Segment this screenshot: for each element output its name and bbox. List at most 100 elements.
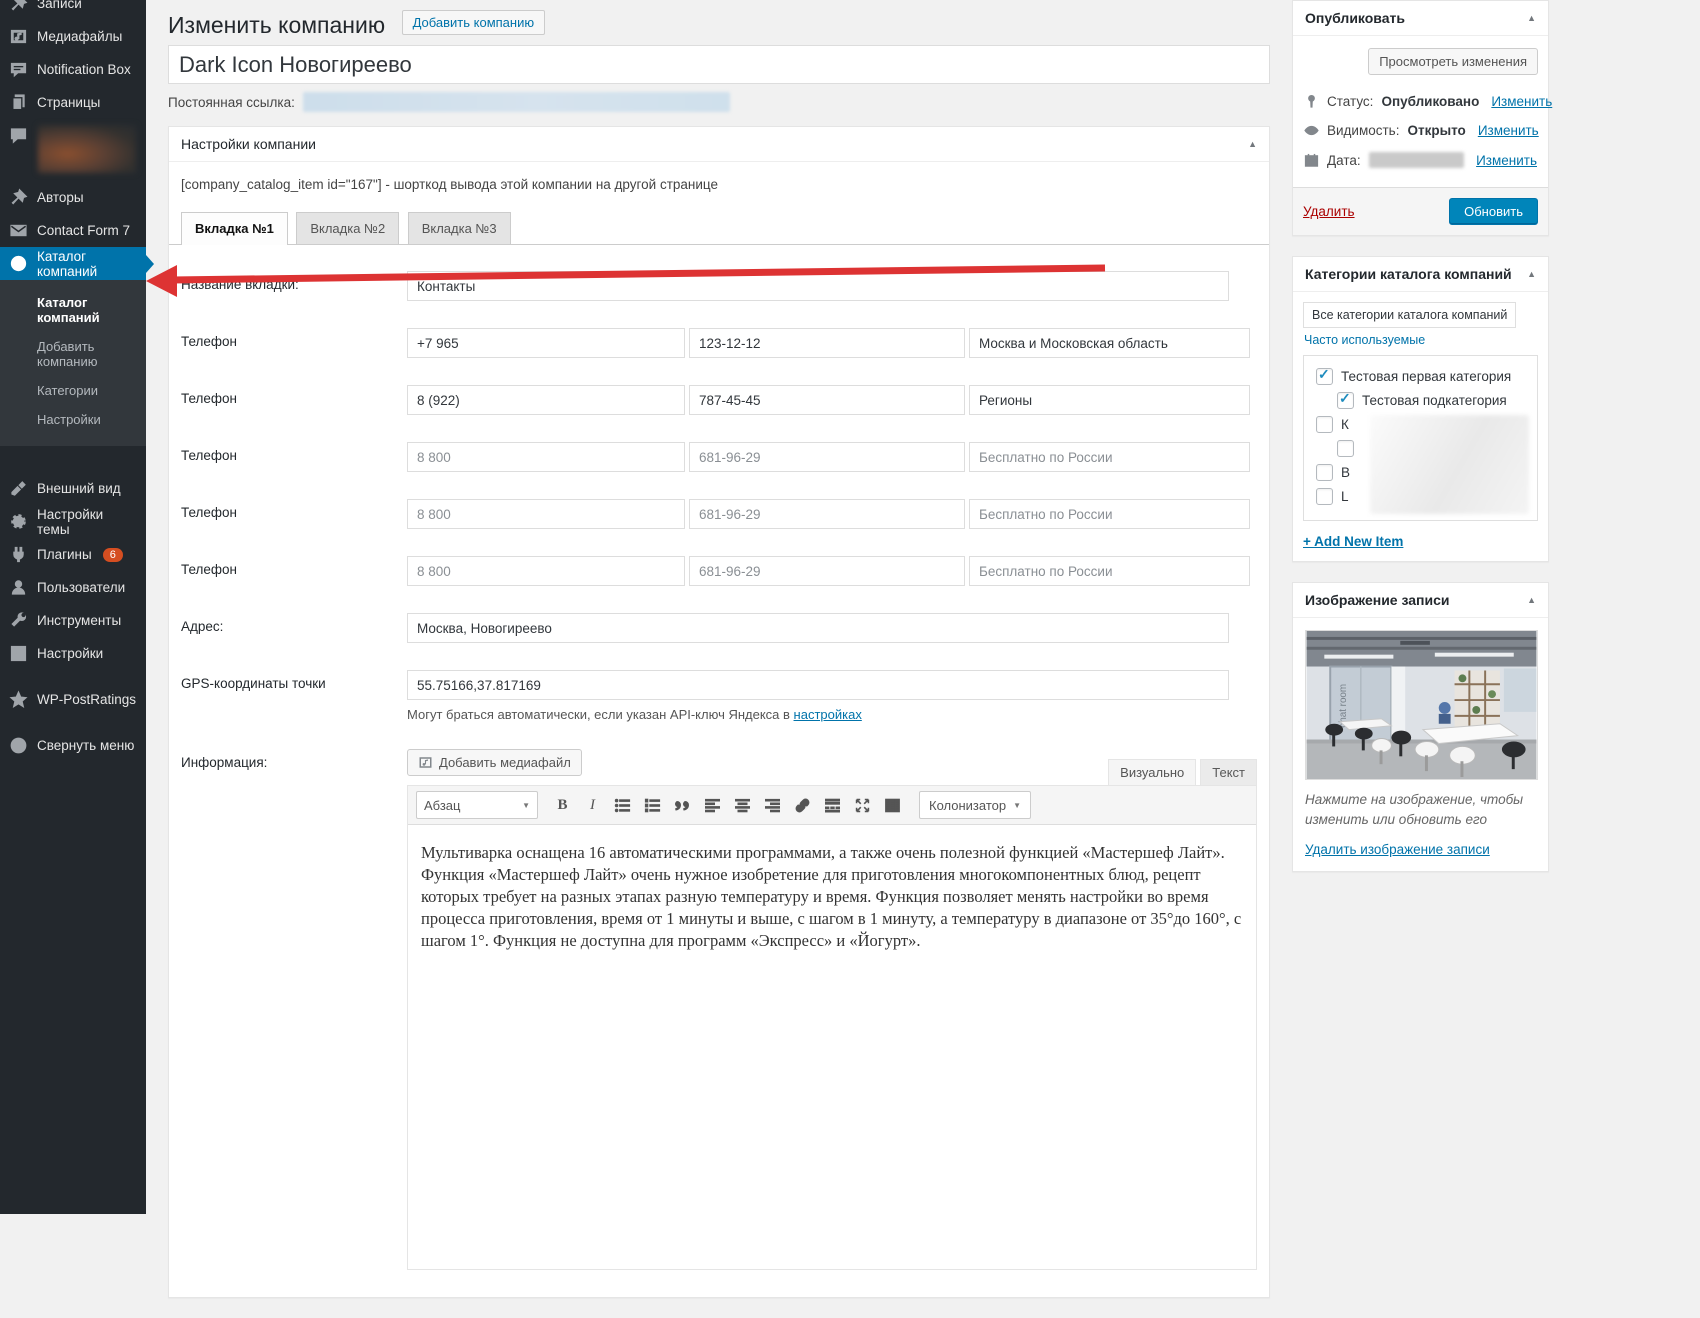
- sidebar-item-theme-settings[interactable]: Настройки темы: [0, 505, 146, 538]
- tab-2[interactable]: Вкладка №2: [296, 212, 399, 244]
- metabox-header[interactable]: Настройки компании ▲: [169, 127, 1269, 162]
- collapse-toggle-icon[interactable]: ▲: [1527, 269, 1536, 279]
- tab-name-input[interactable]: [407, 271, 1229, 301]
- edit-date-link[interactable]: Изменить: [1476, 153, 1537, 168]
- editor-paragraph: Мультиварка оснащена 16 автоматическими …: [421, 842, 1243, 952]
- submenu-item-categories[interactable]: Категории: [0, 376, 146, 405]
- sidebar-item-tools[interactable]: Инструменты: [0, 604, 146, 637]
- category-checklist[interactable]: Тестовая первая категория Тестовая подка…: [1303, 355, 1538, 521]
- toolbar-toggle-button[interactable]: [879, 793, 906, 818]
- columnizer-button[interactable]: Колонизатор ▼: [919, 791, 1031, 819]
- sidebar-item-media[interactable]: Медиафайлы: [0, 20, 146, 53]
- sidebar-item-pages[interactable]: Страницы: [0, 86, 146, 119]
- sidebar-item-appearance[interactable]: Внешний вид: [0, 472, 146, 505]
- blockquote-button[interactable]: [669, 793, 696, 818]
- submenu-item-add-company[interactable]: Добавить компанию: [0, 332, 146, 376]
- phone-code-input[interactable]: [407, 328, 685, 358]
- update-button[interactable]: Обновить: [1449, 198, 1538, 225]
- category-checkbox[interactable]: [1337, 440, 1354, 457]
- tab-3[interactable]: Вкладка №3: [408, 212, 511, 244]
- sidebar-item-users[interactable]: Пользователи: [0, 571, 146, 604]
- publish-title: Опубликовать: [1305, 10, 1405, 26]
- fullscreen-button[interactable]: [849, 793, 876, 818]
- all-categories-tab[interactable]: Все категории каталога компаний: [1303, 302, 1516, 328]
- collapse-toggle-icon[interactable]: ▲: [1527, 13, 1536, 23]
- sidebar-item-posts[interactable]: Записи: [0, 0, 146, 20]
- category-checkbox-checked[interactable]: [1316, 368, 1333, 385]
- link-button[interactable]: [789, 793, 816, 818]
- shortcode-hint: [company_catalog_item id="167"] - шортко…: [169, 162, 1269, 194]
- sidebar-item-contact-form-7[interactable]: Contact Form 7: [0, 214, 146, 247]
- category-checkbox-checked[interactable]: [1337, 392, 1354, 409]
- sidebar-item-settings[interactable]: Настройки: [0, 637, 146, 670]
- gps-input[interactable]: [407, 670, 1229, 700]
- category-checkbox[interactable]: [1316, 464, 1333, 481]
- move-to-trash-link[interactable]: Удалить: [1303, 204, 1355, 219]
- phone-note-input[interactable]: [969, 328, 1250, 358]
- collapse-menu-button[interactable]: Свернуть меню: [0, 729, 146, 762]
- phone-number-input[interactable]: [689, 385, 965, 415]
- phone-code-input[interactable]: [407, 556, 685, 586]
- categories-header[interactable]: Категории каталога компаний ▲: [1293, 257, 1548, 292]
- remove-featured-image-link[interactable]: Удалить изображение записи: [1305, 842, 1490, 857]
- align-right-button[interactable]: [759, 793, 786, 818]
- category-item: Тестовая подкатегория: [1337, 392, 1537, 409]
- pages-icon: [8, 93, 28, 113]
- sidebar-item-wp-postratings[interactable]: WP-PostRatings: [0, 683, 146, 716]
- submenu-item-catalog[interactable]: Каталог компаний: [0, 288, 146, 332]
- numbered-list-button[interactable]: [639, 793, 666, 818]
- featured-image-thumbnail[interactable]: chat room: [1305, 630, 1538, 780]
- phone-code-input[interactable]: [407, 499, 685, 529]
- add-company-button[interactable]: Добавить компанию: [402, 10, 546, 35]
- italic-button[interactable]: I: [579, 793, 606, 818]
- sidebar-item-notification-box[interactable]: Notification Box: [0, 53, 146, 86]
- preview-changes-button[interactable]: Просмотреть изменения: [1368, 48, 1538, 75]
- category-checkbox[interactable]: [1316, 488, 1333, 505]
- sidebar-item-plugins[interactable]: Плагины 6: [0, 538, 146, 571]
- featured-image-metabox: Изображение записи ▲ chat room: [1292, 582, 1549, 872]
- category-checkbox[interactable]: [1316, 416, 1333, 433]
- admin-sidebar: Записи Медиафайлы Notification Box Стран…: [0, 0, 146, 1214]
- collapse-toggle-icon[interactable]: ▲: [1248, 139, 1257, 149]
- sidebar-item-comments[interactable]: [0, 119, 146, 181]
- toolbar-toggle-icon: [884, 797, 901, 814]
- phone-note-input[interactable]: [969, 442, 1250, 472]
- add-new-item-link[interactable]: + Add New Item: [1303, 534, 1403, 549]
- visual-tab[interactable]: Визуально: [1108, 759, 1196, 785]
- publish-header[interactable]: Опубликовать ▲: [1293, 1, 1548, 36]
- bulleted-list-button[interactable]: [609, 793, 636, 818]
- align-center-button[interactable]: [729, 793, 756, 818]
- phone-number-input[interactable]: [689, 556, 965, 586]
- edit-visibility-link[interactable]: Изменить: [1478, 123, 1539, 138]
- text-tab[interactable]: Текст: [1200, 759, 1257, 785]
- sidebar-item-label: Плагины: [37, 547, 92, 562]
- add-media-button[interactable]: Добавить медиафайл: [407, 749, 582, 776]
- collapse-toggle-icon[interactable]: ▲: [1527, 595, 1536, 605]
- phone-number-input[interactable]: [689, 328, 965, 358]
- sidebar-item-authors[interactable]: Авторы: [0, 181, 146, 214]
- tab-1[interactable]: Вкладка №1: [181, 212, 288, 245]
- paragraph-format-dropdown[interactable]: Абзац ▼: [416, 791, 538, 819]
- phone-number-input[interactable]: [689, 442, 965, 472]
- sidebar-item-company-catalog[interactable]: Каталог компаний: [0, 247, 146, 280]
- edit-status-link[interactable]: Изменить: [1491, 94, 1552, 109]
- sliders-icon: [8, 644, 28, 664]
- phone-code-input[interactable]: [407, 385, 685, 415]
- collapse-arrow-icon: [8, 736, 28, 756]
- frequently-used-tab[interactable]: Часто используемые: [1304, 333, 1538, 347]
- settings-link[interactable]: настройках: [794, 707, 862, 722]
- title-input[interactable]: [168, 45, 1270, 84]
- align-left-button[interactable]: [699, 793, 726, 818]
- address-input[interactable]: [407, 613, 1229, 643]
- read-more-button[interactable]: [819, 793, 846, 818]
- submenu-item-settings[interactable]: Настройки: [0, 405, 146, 434]
- media-icon: [418, 755, 433, 770]
- phone-note-input[interactable]: [969, 499, 1250, 529]
- phone-note-input[interactable]: [969, 385, 1250, 415]
- phone-note-input[interactable]: [969, 556, 1250, 586]
- bold-button[interactable]: B: [549, 793, 576, 818]
- phone-code-input[interactable]: [407, 442, 685, 472]
- featured-image-header[interactable]: Изображение записи ▲: [1293, 583, 1548, 618]
- phone-number-input[interactable]: [689, 499, 965, 529]
- editor-content-area[interactable]: Мультиварка оснащена 16 автоматическими …: [408, 825, 1256, 1269]
